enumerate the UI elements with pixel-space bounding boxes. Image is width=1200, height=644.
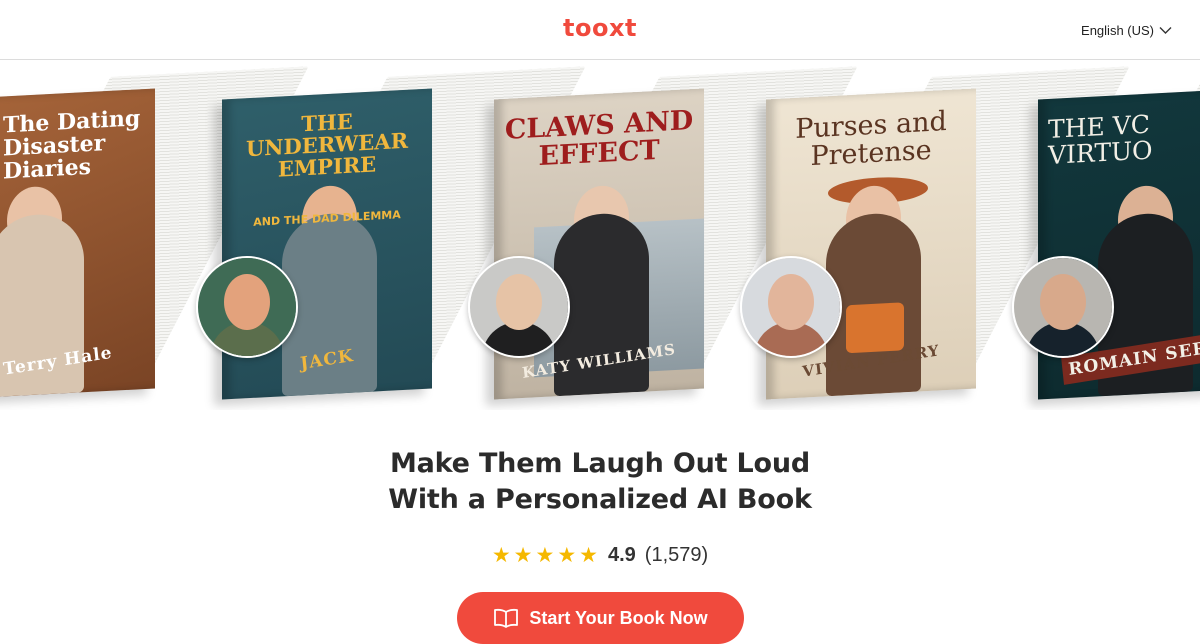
star-icon: ★ [557, 544, 577, 567]
open-book-icon [494, 608, 519, 628]
headline-line-1: Make Them Laugh Out Loud [389, 448, 811, 479]
author-avatar-2 [196, 256, 298, 358]
hero-headline: Make Them Laugh Out Loud With a Personal… [0, 446, 1200, 518]
author-avatar-3 [468, 256, 570, 358]
start-book-label: Start Your Book Now [529, 607, 708, 628]
book-cover-1[interactable]: The Dating Disaster Diaries Terry Hale [0, 66, 309, 400]
start-book-button[interactable]: Start Your Book Now [457, 592, 744, 644]
star-icon: ★ [535, 544, 555, 567]
chevron-down-icon [1159, 27, 1172, 34]
brand-logo[interactable]: tooxt [0, 14, 1200, 42]
book-carousel: The Dating Disaster Diaries Terry Hale T… [0, 60, 1200, 410]
star-icon: ★ [579, 544, 598, 567]
book-title: The Dating Disaster Diaries [3, 105, 141, 185]
author-avatar-5 [1012, 256, 1114, 358]
author-avatar-4 [740, 256, 842, 358]
rating-count: (1,579) [644, 544, 709, 566]
site-header: tooxt English (US) [0, 0, 1200, 60]
star-icon: ★ [513, 544, 533, 567]
book-title: CLAWS AND EFFECT [504, 105, 694, 173]
rating-score: 4.9 [607, 544, 636, 566]
language-selector[interactable]: English (US) [1081, 23, 1172, 38]
book-title: Purses and Pretense [795, 106, 947, 173]
book-title: THE UNDERWEAR EMPIRE [245, 108, 409, 182]
rating-summary: ★ ★ ★ ★ ★ 4.9 (1,579) [0, 544, 1200, 567]
language-label: English (US) [1081, 23, 1154, 38]
star-icon: ★ [491, 544, 511, 567]
headline-line-2: With a Personalized AI Book [388, 484, 812, 515]
book-title: THE VC VIRTUO [1048, 109, 1153, 171]
